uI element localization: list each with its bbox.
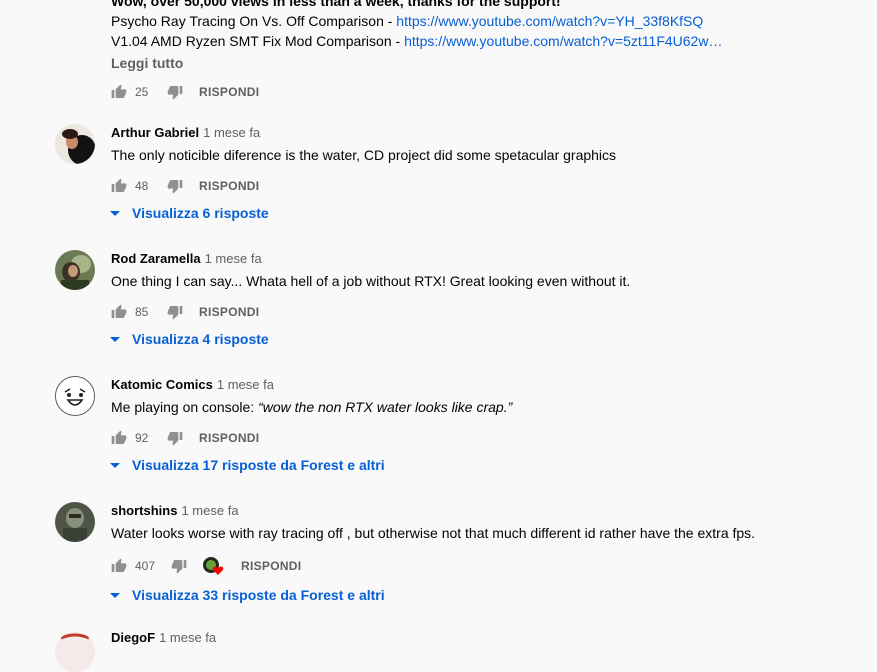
comment-header: Rod Zaramella 1 mese fa [111,251,262,267]
avatar[interactable] [55,632,95,672]
view-replies-button[interactable]: Visualizza 4 risposte [110,331,269,347]
comment-time[interactable]: 1 mese fa [159,630,216,645]
comment-actions: 92 RISPONDI [111,428,259,448]
author-name[interactable]: Katomic Comics [111,377,213,392]
comment-text: Water looks worse with ray tracing off ,… [111,525,756,541]
caret-down-icon [110,592,120,598]
avatar[interactable] [55,502,95,542]
comment-actions: 407 RISPONDI [111,556,301,576]
view-replies-button[interactable]: Visualizza 33 risposte da Forest e altri [110,587,385,603]
comment-time[interactable]: 1 mese fa [181,503,238,518]
comment-actions: 48 RISPONDI [111,176,259,196]
like-count: 407 [135,559,156,573]
avatar-image [55,632,95,672]
avatar[interactable] [55,250,95,290]
comment-text-quote: “wow the non RTX water looks like crap.” [258,399,513,415]
reply-button[interactable]: RISPONDI [199,305,259,319]
comment-text: One thing I can say... Whata hell of a j… [111,273,631,289]
thumb-down-icon[interactable] [167,430,183,446]
comment-header: Arthur Gabriel 1 mese fa [111,125,260,141]
author-name[interactable]: DiegoF [111,630,155,645]
comment-text-line: V1.04 AMD Ryzen SMT Fix Mod Comparison -… [111,31,722,51]
thumb-down-icon[interactable] [167,178,183,194]
comment-text-line: Psycho Ray Tracing On Vs. Off Comparison… [111,11,703,31]
comment-link[interactable]: https://www.youtube.com/watch?v=5zt11F4U… [404,33,722,49]
avatar-image [56,377,94,415]
comment-time[interactable]: 1 mese fa [203,125,260,140]
view-replies-label: Visualizza 6 risposte [132,205,269,221]
view-replies-label: Visualizza 33 risposte da Forest e altri [132,587,385,603]
view-replies-button[interactable]: Visualizza 17 risposte da Forest e altri [110,457,385,473]
caret-down-icon [110,210,120,216]
comment-header: shortshins 1 mese fa [111,503,239,519]
author-name[interactable]: Arthur Gabriel [111,125,199,140]
comment-text-partial: Wow, over 50,000 views in less than a we… [111,0,561,9]
like-count: 92 [135,431,149,445]
thumb-down-icon[interactable] [167,304,183,320]
like-count: 25 [135,85,149,99]
comment-text-prefix: Me playing on console: [111,399,259,415]
thumb-up-icon[interactable] [111,304,127,320]
thumb-up-icon[interactable] [111,558,127,574]
like-count: 48 [135,179,149,193]
thumb-up-icon[interactable] [111,84,127,100]
creator-heart-icon [203,556,225,576]
author-name[interactable]: Rod Zaramella [111,251,201,266]
thumb-up-icon[interactable] [111,430,127,446]
comment-actions: 25 RISPONDI [111,82,259,102]
creator-heart-graphic [203,557,224,575]
thumb-up-icon[interactable] [111,178,127,194]
avatar-image [55,502,95,542]
comment-line-label: V1.04 AMD Ryzen SMT Fix Mod Comparison - [111,33,405,49]
caret-down-icon [110,336,120,342]
view-replies-label: Visualizza 17 risposte da Forest e altri [132,457,385,473]
thumb-down-icon[interactable] [171,558,187,574]
comment-time[interactable]: 1 mese fa [205,251,262,266]
like-count: 85 [135,305,149,319]
avatar-image [55,124,95,164]
comment-text: Me playing on console: “wow the non RTX … [111,397,512,417]
comment-header: Katomic Comics 1 mese fa [111,377,274,393]
comment-actions: 85 RISPONDI [111,302,259,322]
view-replies-label: Visualizza 4 risposte [132,331,269,347]
read-more-button[interactable]: Leggi tutto [111,53,183,73]
author-name[interactable]: shortshins [111,503,177,518]
avatar[interactable] [55,124,95,164]
avatar-image [55,250,95,290]
comment-link[interactable]: https://www.youtube.com/watch?v=YH_33f8K… [396,13,703,29]
comment-line-label: Psycho Ray Tracing On Vs. Off Comparison… [111,13,397,29]
reply-button[interactable]: RISPONDI [199,85,259,99]
comment-header: DiegoF 1 mese fa [111,630,216,646]
caret-down-icon [110,462,120,468]
thumb-down-icon[interactable] [167,84,183,100]
view-replies-button[interactable]: Visualizza 6 risposte [110,205,269,221]
comment-time[interactable]: 1 mese fa [217,377,274,392]
reply-button[interactable]: RISPONDI [241,559,301,573]
reply-button[interactable]: RISPONDI [199,431,259,445]
reply-button[interactable]: RISPONDI [199,179,259,193]
avatar[interactable] [55,376,95,416]
comment-text: The only noticible diference is the wate… [111,147,617,163]
